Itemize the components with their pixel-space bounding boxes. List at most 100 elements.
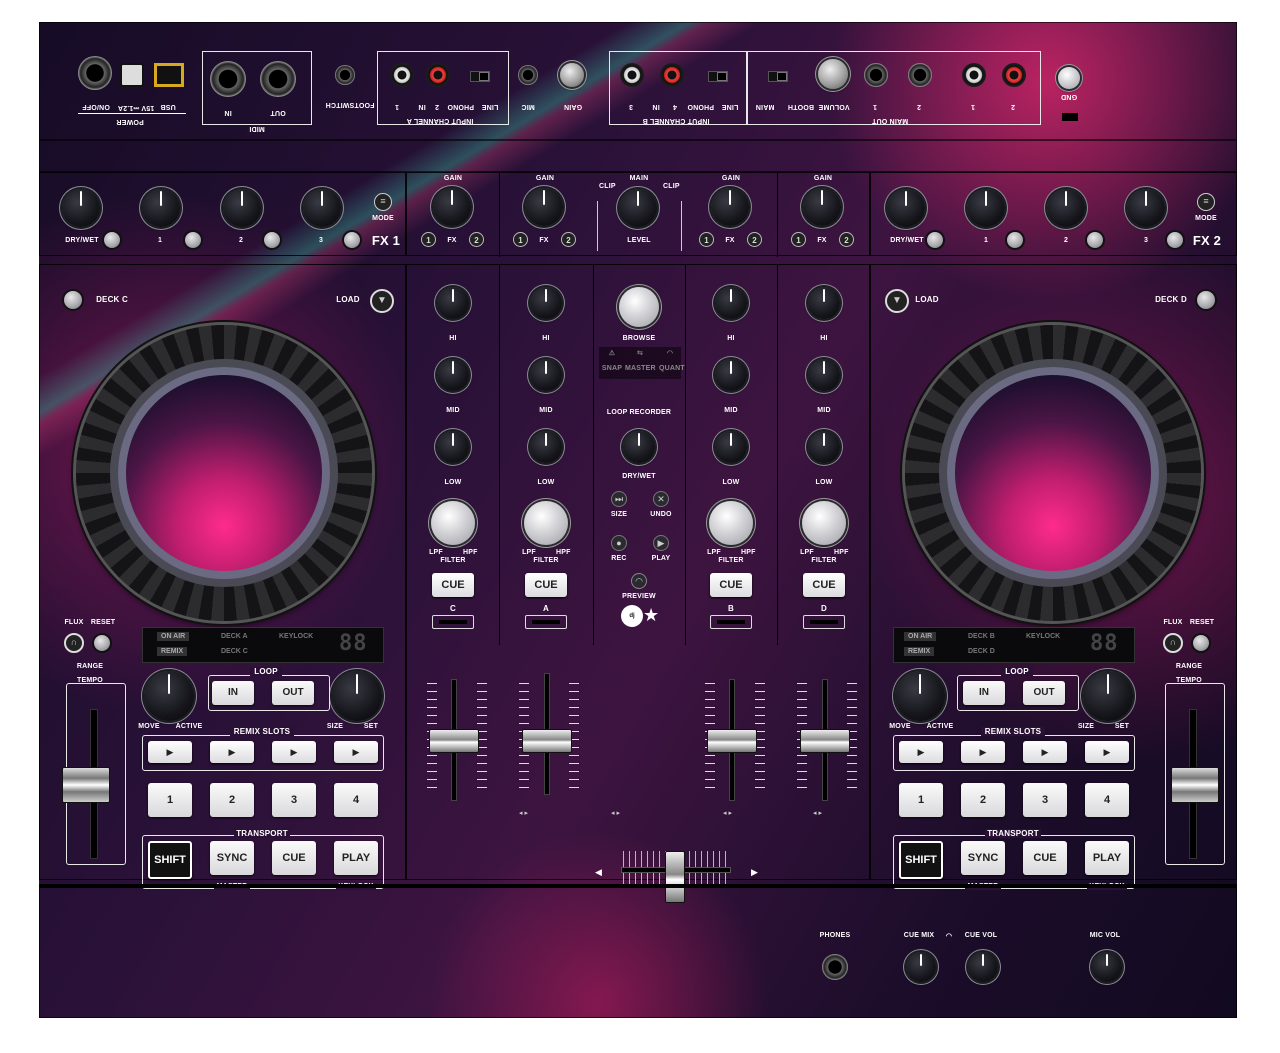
main-out-jack-2[interactable] bbox=[908, 63, 932, 87]
remix-slot-4-left[interactable]: ▶ bbox=[334, 741, 378, 763]
eq-hi-knob-b[interactable] bbox=[715, 287, 747, 319]
fx1-assign-b[interactable]: 1 bbox=[699, 232, 714, 247]
fx2-assign-b[interactable]: 2 bbox=[747, 232, 762, 247]
play-button-left[interactable]: PLAY bbox=[334, 841, 378, 875]
main-level-knob[interactable] bbox=[619, 189, 657, 227]
filter-knob-c[interactable] bbox=[431, 501, 475, 545]
input-a-rca-left[interactable] bbox=[390, 63, 414, 87]
pad-4-right[interactable]: 4 bbox=[1085, 783, 1129, 817]
remix-slot-1-right[interactable]: ▶ bbox=[899, 741, 943, 763]
mic-vol-knob[interactable] bbox=[1092, 952, 1122, 982]
fx1-knob-1[interactable] bbox=[142, 189, 180, 227]
cue-button-a[interactable]: CUE bbox=[525, 573, 567, 597]
fx2-drywet-knob[interactable] bbox=[887, 189, 925, 227]
cue-button-d[interactable]: CUE bbox=[803, 573, 845, 597]
fx2-assign-a[interactable]: 2 bbox=[561, 232, 576, 247]
fx1-knob-2[interactable] bbox=[223, 189, 261, 227]
input-a-line-phono-switch[interactable] bbox=[470, 71, 490, 82]
reset-button-left[interactable] bbox=[94, 635, 110, 651]
loop-size-knob-right[interactable] bbox=[1083, 671, 1133, 721]
cue-vol-knob[interactable] bbox=[968, 952, 998, 982]
gain-knob-d[interactable] bbox=[803, 188, 841, 226]
reset-button-right[interactable] bbox=[1193, 635, 1209, 651]
eq-low-knob-a[interactable] bbox=[530, 431, 562, 463]
fx2-assign-d[interactable]: 2 bbox=[839, 232, 854, 247]
eq-low-knob-c[interactable] bbox=[437, 431, 469, 463]
fx2-knob-3[interactable] bbox=[1127, 189, 1165, 227]
fx1-assign-a[interactable]: 1 bbox=[513, 232, 528, 247]
filter-knob-a[interactable] bbox=[524, 501, 568, 545]
loop-out-button-right[interactable]: OUT bbox=[1023, 681, 1065, 705]
jog-platter-left[interactable] bbox=[118, 367, 330, 579]
loop-move-knob-left[interactable] bbox=[144, 671, 194, 721]
loop-in-button-left[interactable]: IN bbox=[212, 681, 254, 705]
fx1-button-1[interactable] bbox=[185, 232, 201, 248]
remix-slot-3-left[interactable]: ▶ bbox=[272, 741, 316, 763]
preview-headphones-button[interactable]: ◠ bbox=[631, 573, 647, 589]
channel-fader-b[interactable] bbox=[707, 729, 757, 753]
fx1-button-3[interactable] bbox=[344, 232, 360, 248]
fx2-mode-button[interactable]: ≡ bbox=[1197, 193, 1215, 211]
input-b-line-phono-switch[interactable] bbox=[708, 71, 728, 82]
pad-4-left[interactable]: 4 bbox=[334, 783, 378, 817]
eq-mid-knob-a[interactable] bbox=[530, 359, 562, 391]
eq-hi-knob-d[interactable] bbox=[808, 287, 840, 319]
mic-jack[interactable] bbox=[518, 65, 538, 85]
fx1-mode-button[interactable]: ≡ bbox=[374, 193, 392, 211]
channel-fader-a[interactable] bbox=[522, 729, 572, 753]
input-b-rca-right[interactable] bbox=[660, 63, 684, 87]
midi-out-port[interactable] bbox=[260, 61, 296, 97]
play-loop-button[interactable]: ▶ bbox=[653, 535, 669, 551]
mic-gain-knob[interactable] bbox=[560, 63, 584, 87]
usb-port[interactable] bbox=[154, 63, 184, 87]
remix-slot-2-right[interactable]: ▶ bbox=[961, 741, 1005, 763]
eq-mid-knob-c[interactable] bbox=[437, 359, 469, 391]
main-out-rca-2[interactable] bbox=[1002, 63, 1026, 87]
pad-3-left[interactable]: 3 bbox=[272, 783, 316, 817]
filter-knob-d[interactable] bbox=[802, 501, 846, 545]
cue-button-left[interactable]: CUE bbox=[272, 841, 316, 875]
fx2-button-3[interactable] bbox=[1167, 232, 1183, 248]
pad-1-left[interactable]: 1 bbox=[148, 783, 192, 817]
dc-socket[interactable] bbox=[120, 63, 144, 87]
eq-hi-knob-c[interactable] bbox=[437, 287, 469, 319]
browse-knob[interactable] bbox=[619, 287, 659, 327]
input-a-rca-right[interactable] bbox=[426, 63, 450, 87]
loop-recorder-drywet-knob[interactable] bbox=[623, 431, 655, 463]
fx1-button-drywet[interactable] bbox=[104, 232, 120, 248]
fx2-button-2[interactable] bbox=[1087, 232, 1103, 248]
tempo-fader-right[interactable] bbox=[1171, 767, 1219, 803]
fx1-knob-3[interactable] bbox=[303, 189, 341, 227]
jog-platter-right[interactable] bbox=[947, 367, 1159, 579]
deck-c-toggle[interactable] bbox=[64, 291, 82, 309]
fx1-assign-d[interactable]: 1 bbox=[791, 232, 806, 247]
midi-in-port[interactable] bbox=[210, 61, 246, 97]
channel-fader-c[interactable] bbox=[429, 729, 479, 753]
power-jack[interactable] bbox=[78, 56, 112, 90]
flux-button-right[interactable]: ∩ bbox=[1163, 633, 1183, 653]
gnd-terminal[interactable] bbox=[1058, 67, 1080, 89]
remix-slot-4-right[interactable]: ▶ bbox=[1085, 741, 1129, 763]
fx1-drywet-knob[interactable] bbox=[62, 189, 100, 227]
shift-button-right[interactable]: SHIFT bbox=[899, 841, 943, 879]
main-out-rca-1[interactable] bbox=[962, 63, 986, 87]
eq-low-knob-b[interactable] bbox=[715, 431, 747, 463]
gain-knob-c[interactable] bbox=[433, 188, 471, 226]
gain-knob-b[interactable] bbox=[711, 188, 749, 226]
main-booth-switch[interactable] bbox=[768, 71, 788, 82]
pad-1-right[interactable]: 1 bbox=[899, 783, 943, 817]
eq-mid-knob-d[interactable] bbox=[808, 359, 840, 391]
sync-button-right[interactable]: SYNC bbox=[961, 841, 1005, 875]
fx2-button-drywet[interactable] bbox=[927, 232, 943, 248]
fx1-button-2[interactable] bbox=[264, 232, 280, 248]
flux-button-left[interactable]: ∩ bbox=[64, 633, 84, 653]
play-button-right[interactable]: PLAY bbox=[1085, 841, 1129, 875]
undo-button[interactable]: ✕ bbox=[653, 491, 669, 507]
loop-in-button-right[interactable]: IN bbox=[963, 681, 1005, 705]
fx2-button-1[interactable] bbox=[1007, 232, 1023, 248]
size-button[interactable]: ⏭ bbox=[611, 491, 627, 507]
sync-button-left[interactable]: SYNC bbox=[210, 841, 254, 875]
loop-out-button-left[interactable]: OUT bbox=[272, 681, 314, 705]
remix-slot-1-left[interactable]: ▶ bbox=[148, 741, 192, 763]
gain-knob-a[interactable] bbox=[525, 188, 563, 226]
